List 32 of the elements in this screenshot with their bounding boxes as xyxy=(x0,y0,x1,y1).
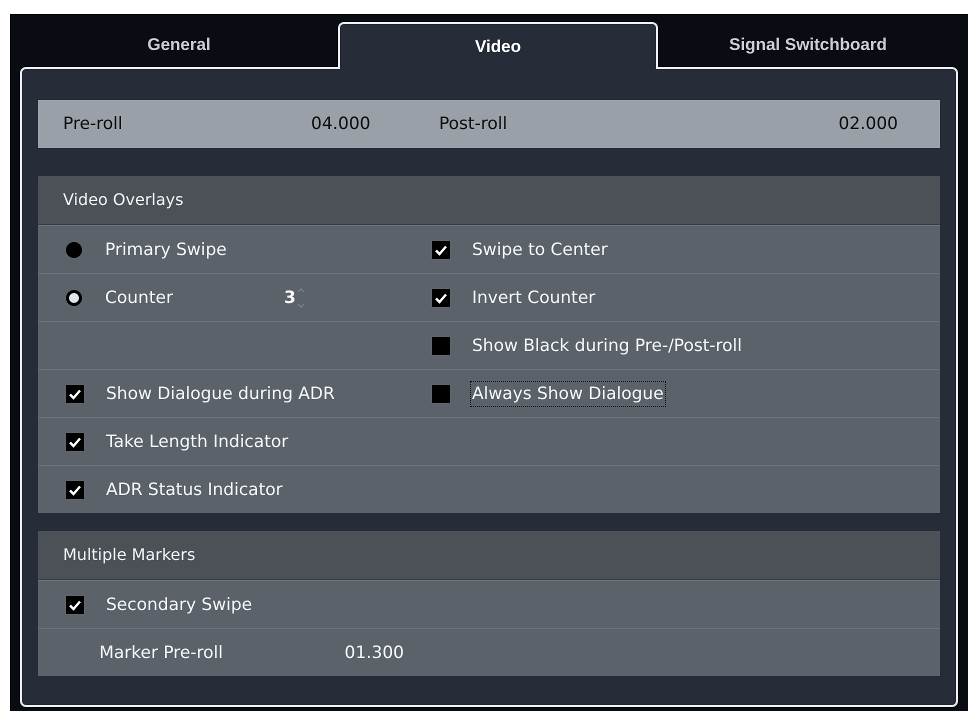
option-label: Show Dialogue during ADR xyxy=(105,382,336,406)
tab[interactable]: Video xyxy=(338,22,658,69)
checkbox[interactable] xyxy=(432,240,450,258)
checkbox[interactable] xyxy=(66,480,84,498)
radio-button[interactable] xyxy=(66,290,82,306)
option-label: ADR Status Indicator xyxy=(105,478,284,502)
option-label: Show Black during Pre-/Post-roll xyxy=(471,334,743,358)
option-label: Secondary Swipe xyxy=(105,594,254,616)
setting-label: Marker Pre-roll xyxy=(98,642,224,664)
section-header: Multiple Markers xyxy=(38,531,940,580)
tab[interactable]: General xyxy=(20,22,338,67)
checkbox[interactable] xyxy=(432,336,450,354)
counter-spinner[interactable]: 3 xyxy=(284,286,305,308)
option-label: Swipe to Center xyxy=(471,238,609,262)
option-label: Take Length Indicator xyxy=(105,430,290,454)
value-field[interactable]: 04.000 xyxy=(311,114,439,134)
option-label: Invert Counter xyxy=(471,286,596,310)
value-field[interactable]: 02.000 xyxy=(838,114,898,134)
checkbox[interactable] xyxy=(432,288,450,306)
section-header: Video Overlays xyxy=(38,176,940,225)
setting-label: Post-roll xyxy=(439,114,508,134)
option-label: Primary Swipe xyxy=(104,238,228,262)
checkbox[interactable] xyxy=(432,384,450,402)
radio-button[interactable] xyxy=(66,242,82,258)
checkbox[interactable] xyxy=(66,596,84,614)
option-label: Counter xyxy=(104,286,174,310)
checkbox[interactable] xyxy=(66,384,84,402)
value-field[interactable]: 01.300 xyxy=(344,642,404,662)
option-label: Always Show Dialogue xyxy=(471,382,665,406)
checkbox[interactable] xyxy=(66,432,84,450)
setting-label: Pre-roll xyxy=(63,114,124,134)
tab[interactable]: Signal Switchboard xyxy=(658,22,958,67)
